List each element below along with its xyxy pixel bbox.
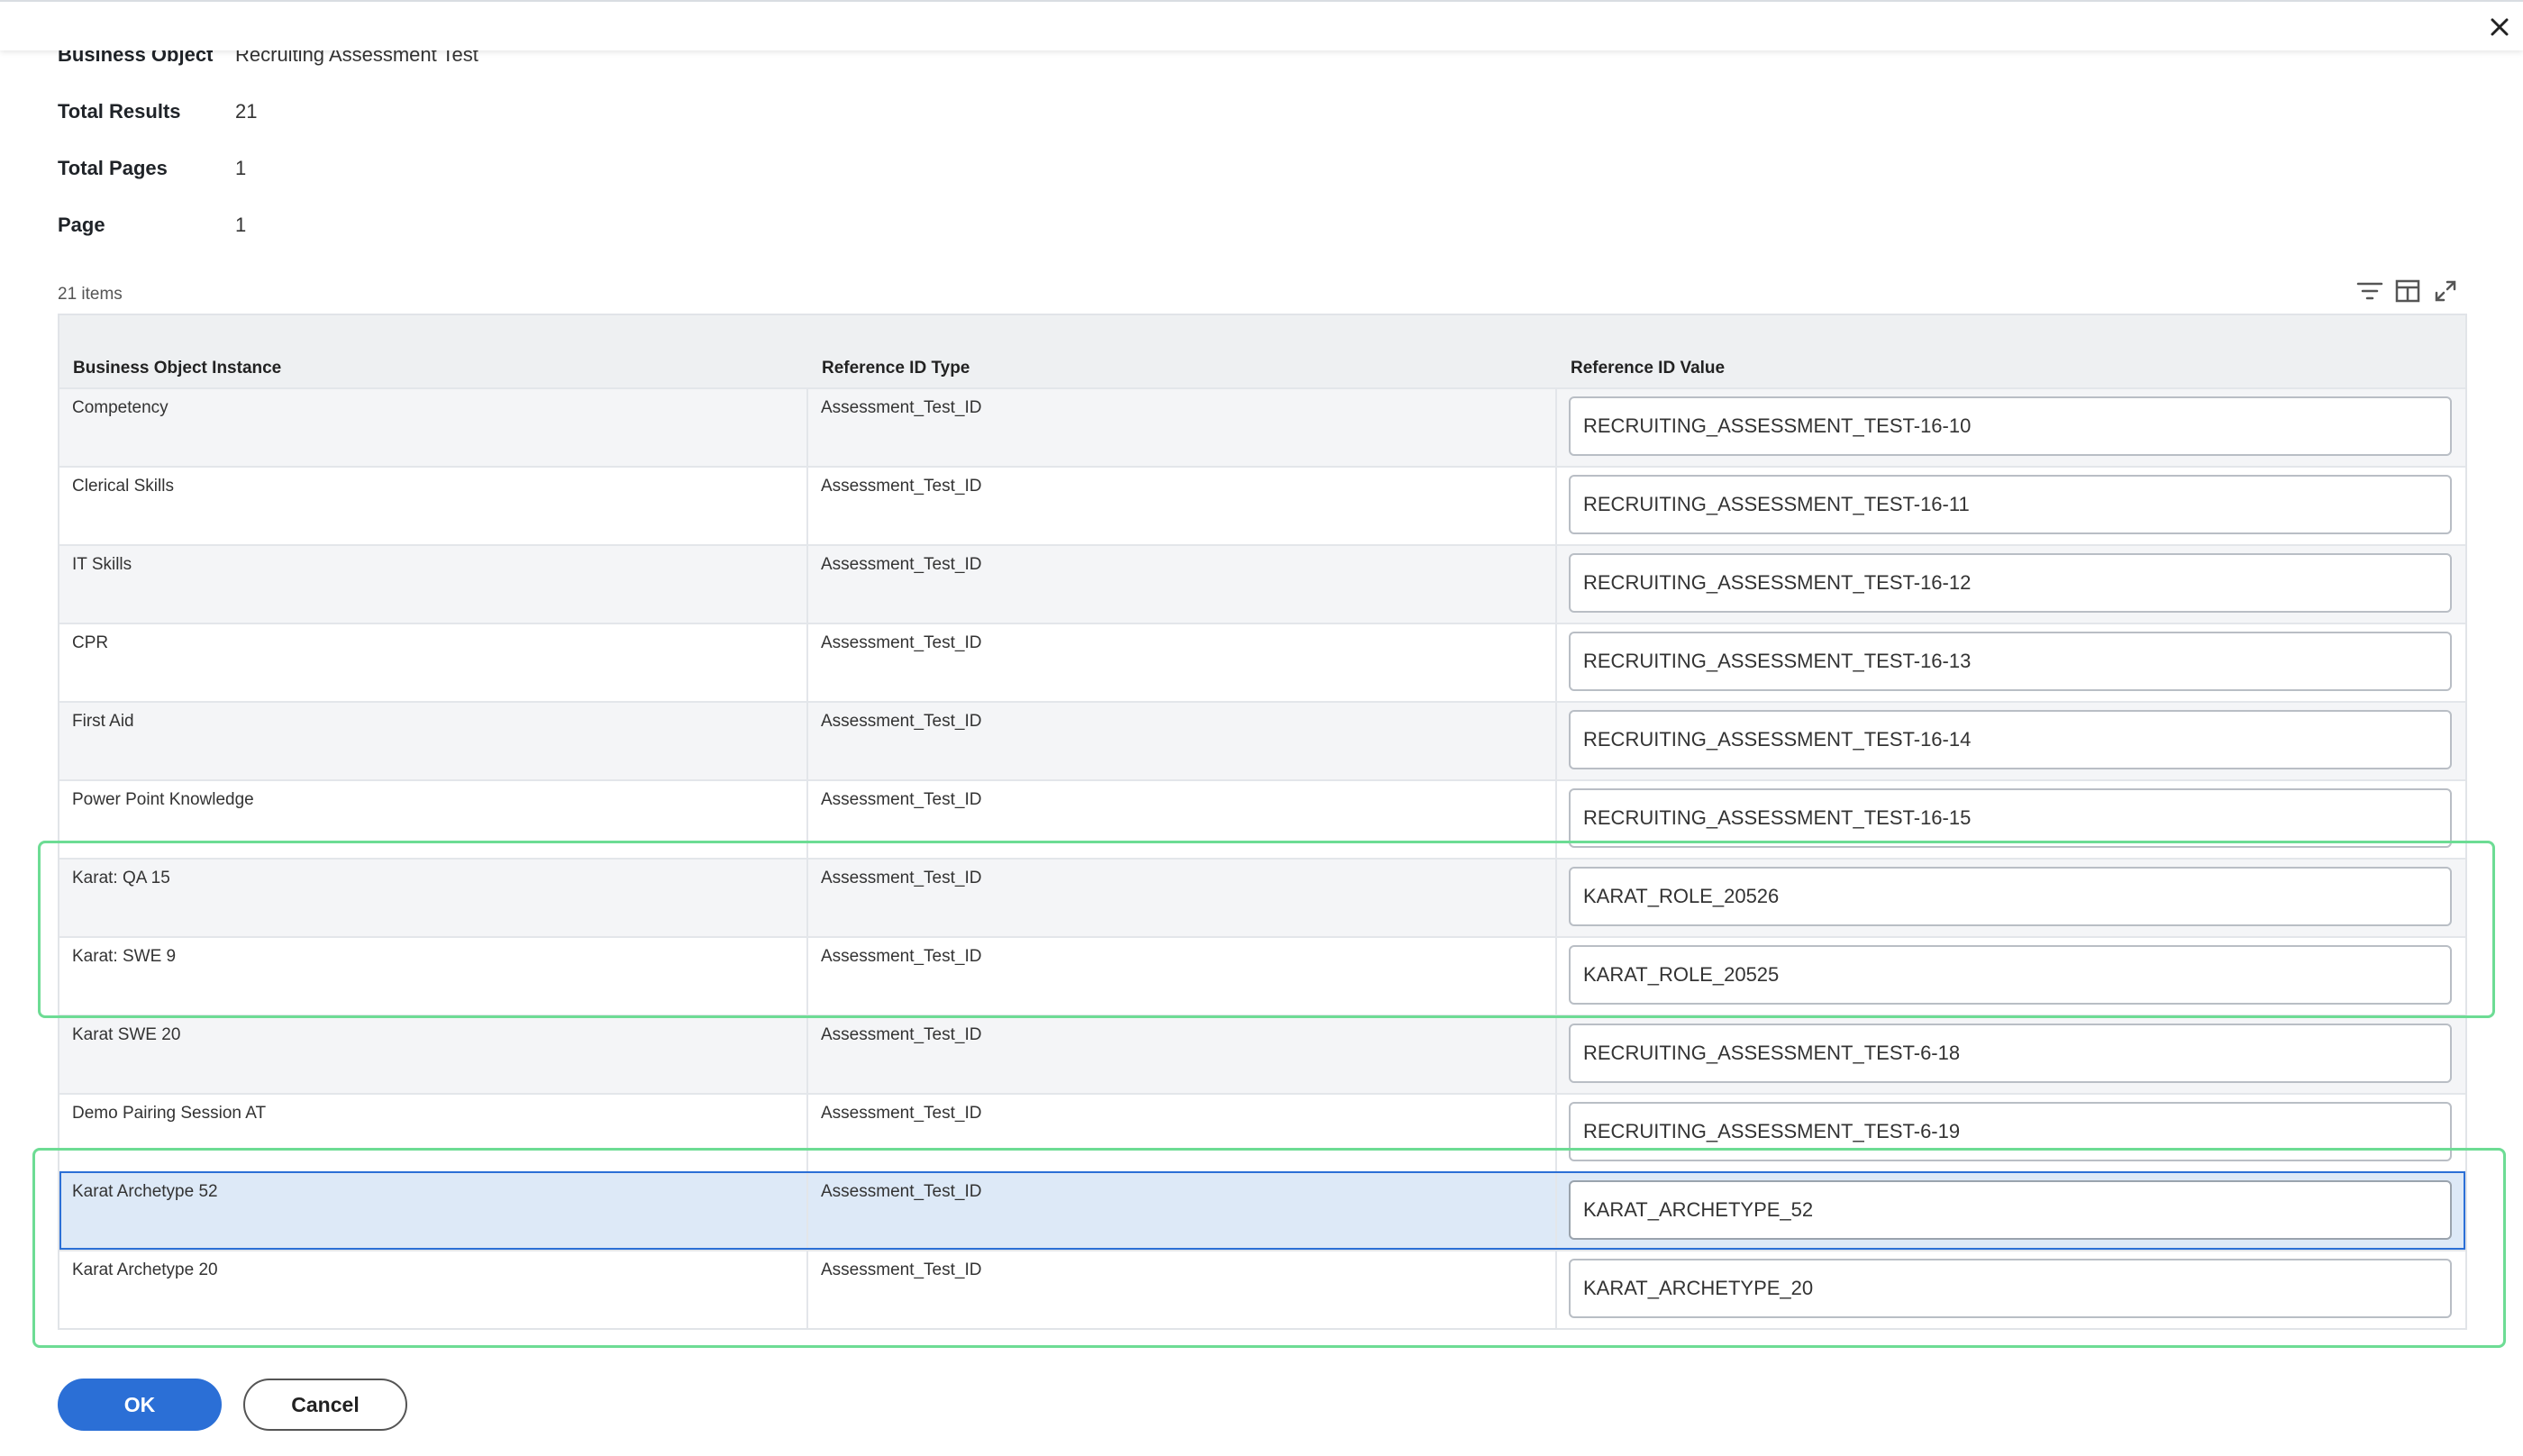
reference-id-value-cell: [1557, 468, 2462, 544]
reference-id-type-cell: Assessment_Test_ID: [808, 546, 1557, 623]
business-object-instance-cell: Karat Archetype 20: [59, 1251, 808, 1328]
reference-id-type-cell: Assessment_Test_ID: [808, 1251, 1557, 1328]
table-row[interactable]: Karat Archetype 52 Assessment_Test_ID: [59, 1171, 2465, 1250]
cancel-button[interactable]: Cancel: [243, 1379, 407, 1431]
columns-button[interactable]: [2393, 277, 2422, 305]
filter-icon: [2356, 282, 2383, 300]
reference-id-value-input[interactable]: [1569, 1024, 2452, 1083]
filter-button[interactable]: [2355, 277, 2384, 305]
table-row[interactable]: Karat SWE 20 Assessment_Test_ID: [59, 1015, 2465, 1093]
business-object-instance-cell: First Aid: [59, 703, 808, 779]
grid-header: Business Object Instance Reference ID Ty…: [59, 315, 2465, 387]
reference-id-type-cell: Assessment_Test_ID: [808, 468, 1557, 544]
reference-id-value-input[interactable]: [1569, 1180, 2452, 1240]
reference-id-type-cell: Assessment_Test_ID: [808, 624, 1557, 701]
close-button[interactable]: [2483, 11, 2516, 43]
reference-id-type-cell: Assessment_Test_ID: [808, 1095, 1557, 1171]
ok-button[interactable]: OK: [58, 1379, 222, 1431]
total-pages-label: Total Pages: [58, 157, 168, 179]
column-header-type[interactable]: Reference ID Type: [808, 315, 1557, 387]
expand-icon: [2435, 280, 2456, 302]
table-row[interactable]: Competency Assessment_Test_ID: [59, 387, 2465, 466]
reference-id-value-input[interactable]: [1569, 1102, 2452, 1161]
columns-icon: [2395, 279, 2420, 303]
reference-id-value-input[interactable]: [1569, 867, 2452, 926]
reference-id-value-input[interactable]: [1569, 632, 2452, 691]
table-row[interactable]: First Aid Assessment_Test_ID: [59, 701, 2465, 779]
reference-id-value-cell: [1557, 1016, 2462, 1093]
reference-id-value-input[interactable]: [1569, 553, 2452, 613]
business-object-instance-cell: IT Skills: [59, 546, 808, 623]
page-label: Page: [58, 214, 105, 236]
total-pages-value: 1: [235, 157, 247, 179]
table-row[interactable]: IT Skills Assessment_Test_ID: [59, 544, 2465, 623]
items-count: 21 items: [58, 285, 123, 304]
expand-button[interactable]: [2431, 277, 2460, 305]
reference-id-value-cell: [1557, 546, 2462, 623]
reference-id-type-cell: Assessment_Test_ID: [808, 781, 1557, 858]
grid-toolbar: [2355, 277, 2460, 305]
business-object-instance-cell: CPR: [59, 624, 808, 701]
table-row[interactable]: Karat: SWE 9 Assessment_Test_ID: [59, 936, 2465, 1015]
business-object-instance-cell: Karat Archetype 52: [59, 1173, 808, 1250]
table-row[interactable]: Demo Pairing Session AT Assessment_Test_I…: [59, 1093, 2465, 1171]
reference-id-value-cell: [1557, 624, 2462, 701]
reference-id-value-cell: [1557, 389, 2462, 466]
reference-id-value-input[interactable]: [1569, 1259, 2452, 1318]
column-header-instance[interactable]: Business Object Instance: [59, 315, 808, 387]
reference-id-value-cell: [1557, 1095, 2462, 1171]
reference-id-type-cell: Assessment_Test_ID: [808, 938, 1557, 1015]
reference-id-value-input[interactable]: [1569, 710, 2452, 769]
table-row[interactable]: Karat Archetype 20 Assessment_Test_ID: [59, 1250, 2465, 1328]
reference-id-value-cell: [1557, 1173, 2462, 1250]
reference-id-grid: Business Object Instance Reference ID Ty…: [58, 314, 2467, 1330]
total-results-value: 21: [235, 100, 258, 123]
business-object-instance-cell: Demo Pairing Session AT: [59, 1095, 808, 1171]
reference-id-value-input[interactable]: [1569, 396, 2452, 456]
business-object-instance-cell: Karat: QA 15: [59, 860, 808, 936]
business-object-instance-cell: Karat: SWE 9: [59, 938, 808, 1015]
business-object-instance-cell: Clerical Skills: [59, 468, 808, 544]
table-row[interactable]: Power Point Knowledge Assessment_Test_ID: [59, 779, 2465, 858]
reference-id-value-cell: [1557, 860, 2462, 936]
total-results-label: Total Results: [58, 100, 181, 123]
reference-id-value-input[interactable]: [1569, 788, 2452, 848]
reference-id-type-cell: Assessment_Test_ID: [808, 1016, 1557, 1093]
grid-body: CompetencyAssessment_Test_IDClerical Ski…: [59, 387, 2465, 1328]
table-row[interactable]: CPR Assessment_Test_ID: [59, 623, 2465, 701]
reference-id-value-cell: [1557, 938, 2462, 1015]
reference-id-type-cell: Assessment_Test_ID: [808, 860, 1557, 936]
reference-id-value-cell: [1557, 781, 2462, 858]
column-header-value[interactable]: Reference ID Value: [1557, 315, 2462, 387]
reference-id-type-cell: Assessment_Test_ID: [808, 1173, 1557, 1250]
reference-id-value-cell: [1557, 703, 2462, 779]
business-object-instance-cell: Competency: [59, 389, 808, 466]
reference-id-type-cell: Assessment_Test_ID: [808, 703, 1557, 779]
page-value: 1: [235, 214, 247, 236]
business-object-instance-cell: Karat SWE 20: [59, 1016, 808, 1093]
reference-id-type-cell: Assessment_Test_ID: [808, 389, 1557, 466]
close-icon: [2491, 18, 2509, 36]
table-row[interactable]: Clerical Skills Assessment_Test_ID: [59, 466, 2465, 544]
table-row[interactable]: Karat: QA 15 Assessment_Test_ID: [59, 858, 2465, 936]
business-object-instance-cell: Power Point Knowledge: [59, 781, 808, 858]
reference-id-value-input[interactable]: [1569, 945, 2452, 1005]
reference-id-value-input[interactable]: [1569, 475, 2452, 534]
reference-id-value-cell: [1557, 1251, 2462, 1328]
dialog-header: [0, 0, 2523, 50]
